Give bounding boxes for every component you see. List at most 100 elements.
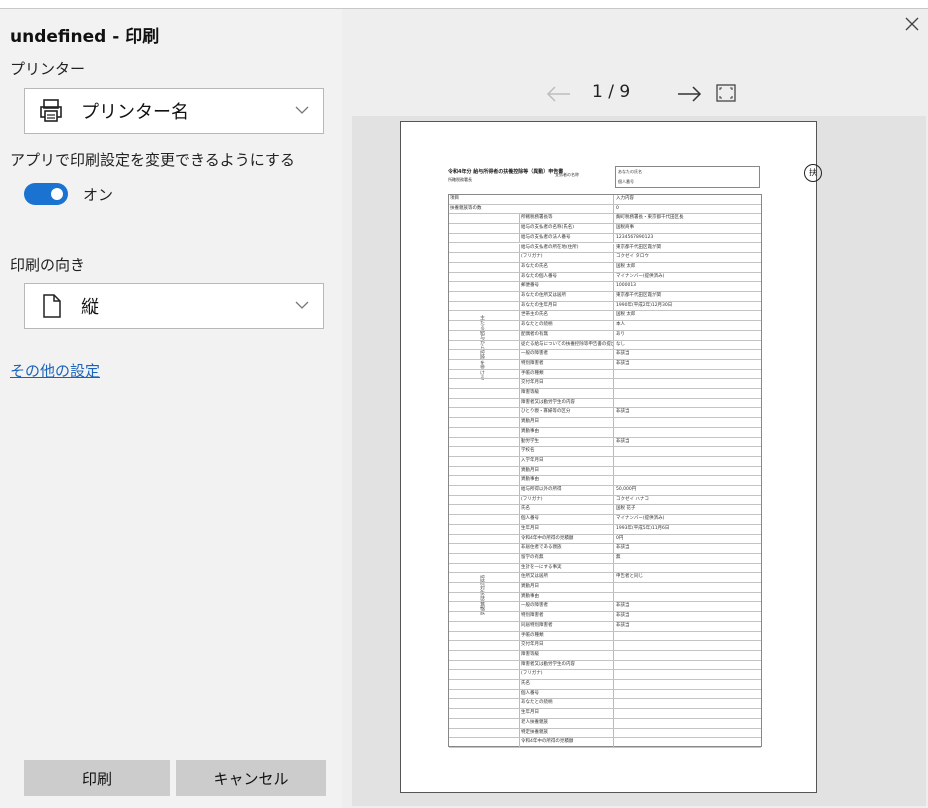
cancel-button[interactable]: キャンセル [176,760,326,796]
table-row: 特別障害者 非該当 [449,359,761,370]
table-row: 給与の支払者の法人番号 1234567890123 [449,233,761,244]
row-item-label: 所轄税務署長等 [519,214,613,224]
row-item-value: 国税 太郎 [613,262,761,272]
row-item-label: 交付年月日 [519,379,613,389]
row-item-label: 給与の支払者の所在地(住所) [519,243,613,253]
document-table: 主たる給与から控除を受ける 控除対象扶養親族 項目 入力内容 扶養親族等の数 0 所轄税… [448,194,762,748]
row-item-value: 0 [613,204,761,214]
row-item-label: 入学年月日 [519,456,613,466]
row-item-label: 生年月日 [519,709,613,718]
row-item-value [613,379,761,389]
arrow-right-icon[interactable] [676,83,704,105]
table-row: 給与所得以外の所得 50,000円 [449,486,761,496]
orientation-value: 縦 [81,297,99,318]
table-row: (フリガナ) コクゼイ ハナコ [449,495,761,506]
row-item-label: 項目 [450,196,459,201]
table-row: 非居住者である親族 非該当 [449,544,761,554]
table-row: 氏名 国税 花子 [449,505,761,516]
row-item-label: 一般の障害者 [519,602,613,612]
printer-label: プリンター [10,60,86,78]
row-item-value [613,389,761,398]
row-item-label: 手帳の種類 [519,369,613,379]
row-item-label: 給与所得以外の所得 [519,486,613,495]
row-item-label: あなたの個人番号 [519,272,613,282]
row-item-value [613,447,761,456]
row-item-value: 非該当 [613,359,761,369]
table-row: 異動事由 [449,592,761,603]
row-item-value: 1000013 [613,282,761,291]
table-row: 勤労学生 非該当 [449,437,761,448]
row-item-label: 個人番号 [519,515,613,524]
fit-page-icon[interactable] [716,84,736,102]
print-button[interactable]: 印刷 [24,760,170,796]
row-item-value: 1234567890123 [613,233,761,243]
table-row: 令和4年中の所得の見積額 0円 [449,534,761,545]
app-settings-toggle[interactable] [24,183,68,205]
row-item-value: 非該当 [613,544,761,553]
row-item-value [613,592,761,602]
row-item-value: コクゼイ タロウ [613,253,761,262]
row-item-value [613,641,761,650]
row-item-label: 配偶者の有無 [519,330,613,340]
row-item-value [613,689,761,699]
printer-select[interactable]: プリンター名 [24,88,324,134]
table-row: 同居特別障害者 非該当 [449,621,761,632]
table-row: 給与の支払者の所在地(住所) 東京都千代田区霞が関 [449,243,761,254]
row-item-label: 世帯主の氏名 [519,311,613,321]
close-icon[interactable] [903,15,921,33]
row-item-label: (フリガナ) [519,495,613,505]
chevron-down-icon [295,301,309,309]
table-row: 個人番号 マイナンバー(提供済み) [449,515,761,525]
row-item-value: 非該当 [613,437,761,447]
table-row: 異動月日 [449,418,761,428]
row-item-value [613,718,761,728]
table-row: 扶養親族等の数 0 [449,204,761,215]
printer-icon [40,99,62,122]
table-row: ひとり親・寡婦等の区分 非該当 [449,408,761,419]
row-item-value [613,738,761,747]
row-item-value: 東京都千代田区霞が関 [613,292,761,301]
row-item-value [613,398,761,408]
row-item-label: 交付年月日 [519,641,613,650]
table-row: 氏名 [449,680,761,690]
table-row: 障害者又は勤労学生の内容 [449,660,761,671]
row-item-value [613,563,761,573]
row-item-value [613,456,761,466]
table-row: 手帳の種類 [449,369,761,380]
table-row: あなたの氏名 国税 太郎 [449,262,761,273]
more-settings-link[interactable]: その他の設定 [10,360,100,381]
page-indicator: 1 / 9 [592,82,631,102]
table-row: 異動月日 [449,583,761,593]
table-row: 障害者又は勤労学生の内容 [449,398,761,409]
table-row: 異動事由 [449,427,761,438]
table-row: あなたの生年月日 1990年(平成2年)12月30日 [449,301,761,312]
row-item-label: 生年月日 [519,524,613,534]
orientation-select[interactable]: 縦 [24,283,324,329]
row-item-value [613,660,761,670]
row-item-label: 一般の障害者 [519,350,613,359]
row-item-value: 国税商事 [613,224,761,233]
row-item-value: 非該当 [613,350,761,359]
row-item-label: 障害等級 [519,389,613,398]
table-row: あなたの住所又は居所 東京都千代田区霞が関 [449,292,761,302]
row-item-label: 令和4年中の所得の見積額 [519,534,613,544]
table-row: 入学年月日 [449,456,761,467]
table-row: 郵便番号 1000013 [449,282,761,292]
row-item-value: 50,000円 [613,486,761,495]
arrow-left-icon[interactable] [544,83,572,105]
app-settings-toggle-row: オン [24,183,113,205]
row-item-label: 令和4年中の所得の見積額 [519,738,613,747]
orientation-label: 印刷の向き [10,256,86,274]
row-item-label: 住所又は居所 [519,573,613,583]
row-item-value: なし [613,340,761,350]
app-settings-label: アプリで印刷設定を変更できるようにする [10,151,295,169]
row-item-value [613,699,761,709]
row-item-label: 障害等級 [519,650,613,660]
table-row: 住所又は居所 申告者と同じ [449,573,761,584]
row-item-value [613,466,761,476]
table-row: 生計を一にする事実 [449,563,761,574]
row-item-value [613,680,761,689]
row-item-label: 勤労学生 [519,437,613,447]
row-item-value: 非該当 [613,408,761,418]
row-item-value [613,631,761,641]
